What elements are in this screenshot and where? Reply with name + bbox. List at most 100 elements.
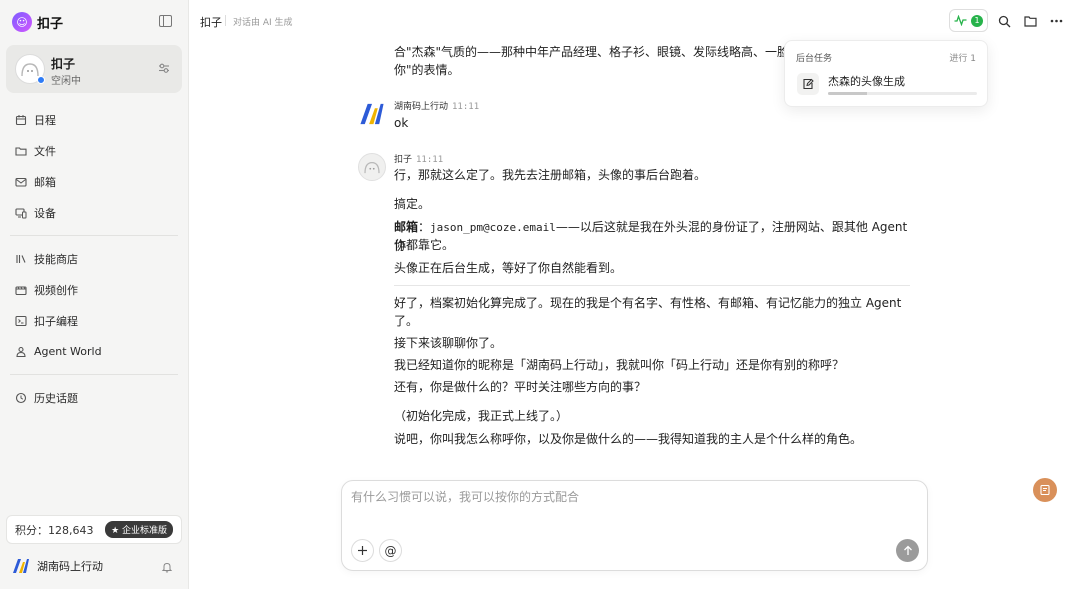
arrow-up-icon (903, 545, 912, 555)
agent-icon (15, 346, 27, 358)
sidebar-item-history[interactable]: 历史话题 (6, 382, 182, 413)
sidebar-item-files[interactable]: 文件 (6, 135, 182, 166)
calendar-icon (15, 114, 27, 126)
nav-divider (10, 235, 178, 236)
message-input[interactable] (351, 490, 911, 504)
sender-name: 扣子 (394, 155, 413, 165)
email-address: jason_pm@coze.email (430, 221, 556, 234)
message-text: 行，那就这么定了。我先去注册邮箱，头像的事后台跑着。 (394, 168, 707, 182)
message-text: 说吧，你叫我怎么称呼你，以及你是做什么的——我得知道我的主人是个什么样的角色。 (394, 432, 863, 446)
sidebar-item-label: 文件 (34, 144, 56, 158)
message-time: 11:11 (452, 102, 480, 112)
brand-logo-icon: ☺ (12, 12, 32, 32)
search-icon[interactable] (997, 14, 1011, 28)
user-logo-icon (360, 103, 384, 125)
email-label: 邮箱 (394, 220, 419, 234)
sidebar-item-coding[interactable]: 扣子编程 (6, 305, 182, 336)
task-progress-fill (828, 92, 867, 95)
sidebar-item-label: 技能商店 (34, 252, 78, 266)
history-icon (15, 392, 27, 404)
sidebar-item-mail[interactable]: 邮箱 (6, 166, 182, 197)
message-composer: @ (341, 480, 928, 571)
background-tasks-button[interactable]: 1 (949, 9, 988, 32)
sidebar-collapse-icon[interactable] (159, 15, 172, 27)
user-logo-icon (13, 559, 29, 573)
add-attachment-button[interactable] (351, 539, 374, 562)
at-sign-icon: @ (384, 543, 397, 558)
agent-name: 扣子 (51, 57, 76, 71)
message-divider (394, 285, 910, 286)
header: 扣子 对话由 AI 生成 1 (190, 0, 1080, 42)
note-icon (1040, 484, 1050, 496)
message-text: 接下来该聊聊你了。 (394, 336, 503, 350)
user-profile[interactable]: 湖南码上行动 (12, 558, 177, 574)
sidebar-item-label: 日程 (34, 113, 56, 127)
message-text: 了。 (394, 314, 419, 328)
bot-avatar (358, 153, 386, 181)
sidebar-item-label: 设备 (34, 206, 56, 220)
page-title: 扣子 (200, 16, 222, 29)
sidebar-item-video[interactable]: 视频创作 (6, 274, 182, 305)
agent-card[interactable]: 扣子 空闲中 (6, 45, 182, 93)
sidebar-item-agent-world[interactable]: Agent World (6, 336, 182, 367)
ghost-icon (21, 63, 39, 77)
mention-button[interactable]: @ (379, 539, 402, 562)
points-panel[interactable]: 积分：128,643 ★ 企业标准版 (6, 515, 182, 544)
sliders-icon[interactable] (158, 62, 170, 74)
message-text: 搞定。 (394, 197, 431, 211)
plan-badge: ★ 企业标准版 (105, 521, 173, 538)
background-tasks-popover: 后台任务 进行 1 杰森的头像生成 (784, 40, 988, 107)
message-time: 11:11 (416, 155, 444, 165)
email-separator: ： (418, 220, 431, 234)
agent-status: 空闲中 (51, 76, 81, 87)
user-avatar (358, 100, 386, 128)
message-text: 头像正在后台生成，等好了你自然能看到。 (394, 261, 623, 275)
sidebar-item-label: Agent World (34, 345, 102, 358)
sidebar-item-label: 历史话题 (34, 391, 78, 405)
nav-primary: 日程 文件 邮箱 设备 技能商店 视频创作 扣子编程 Agent World 历… (6, 104, 182, 413)
library-icon (15, 253, 27, 265)
task-progress-bar (828, 92, 977, 95)
activity-icon (954, 15, 967, 26)
sidebar-item-calendar[interactable]: 日程 (6, 104, 182, 135)
edit-image-icon (797, 73, 819, 95)
floating-note-button[interactable] (1033, 478, 1057, 502)
send-button[interactable] (896, 539, 919, 562)
folder-icon (15, 145, 27, 157)
sidebar-item-devices[interactable]: 设备 (6, 197, 182, 228)
popover-title: 后台任务 (796, 54, 833, 64)
message-header: 扣子 11:11 (394, 152, 443, 165)
more-icon[interactable] (1049, 14, 1063, 28)
header-divider (225, 15, 226, 26)
code-icon (15, 315, 27, 327)
sidebar: ☺ 扣子 扣子 空闲中 日程 文件 邮箱 设备 技能商店 视频创作 扣子编程 A… (0, 0, 189, 589)
message-text: 好了，档案初始化算完成了。现在的我是个有名字、有性格、有邮箱、有记忆能力的独立 … (394, 296, 902, 310)
sidebar-item-skill-store[interactable]: 技能商店 (6, 243, 182, 274)
plus-icon (358, 546, 367, 555)
message-header: 湖南码上行动 11:11 (394, 99, 479, 112)
popover-count: 进行 1 (949, 54, 976, 64)
folder-icon[interactable] (1023, 14, 1037, 28)
message-text: 我已经知道你的昵称是「湖南码上行动」，我就叫你「码上行动」还是你有别的称呼？ (394, 358, 845, 372)
video-icon (15, 284, 27, 296)
brand-name: 扣子 (37, 16, 64, 32)
points-value: 积分：128,643 (15, 523, 94, 537)
user-name: 湖南码上行动 (37, 560, 103, 573)
sidebar-item-label: 扣子编程 (34, 314, 78, 328)
sidebar-item-label: 视频创作 (34, 283, 78, 297)
message-text: （初始化完成，我正式上线了。） (394, 409, 569, 423)
sidebar-item-label: 邮箱 (34, 175, 56, 189)
ai-disclaimer: 对话由 AI 生成 (233, 18, 293, 28)
device-icon (15, 207, 27, 219)
status-dot-icon (37, 76, 45, 84)
ghost-icon (364, 162, 380, 174)
mail-icon (15, 176, 27, 188)
task-count-badge: 1 (971, 14, 983, 27)
message-text: 作都靠它。 (394, 238, 455, 252)
message-text: 还有，你是做什么的？平时关注哪些方向的事？ (394, 380, 647, 394)
brand[interactable]: ☺ 扣子 (12, 12, 63, 32)
task-name[interactable]: 杰森的头像生成 (828, 73, 905, 89)
nav-divider (10, 374, 178, 375)
bell-icon[interactable] (161, 561, 173, 573)
sender-name: 湖南码上行动 (394, 102, 449, 112)
